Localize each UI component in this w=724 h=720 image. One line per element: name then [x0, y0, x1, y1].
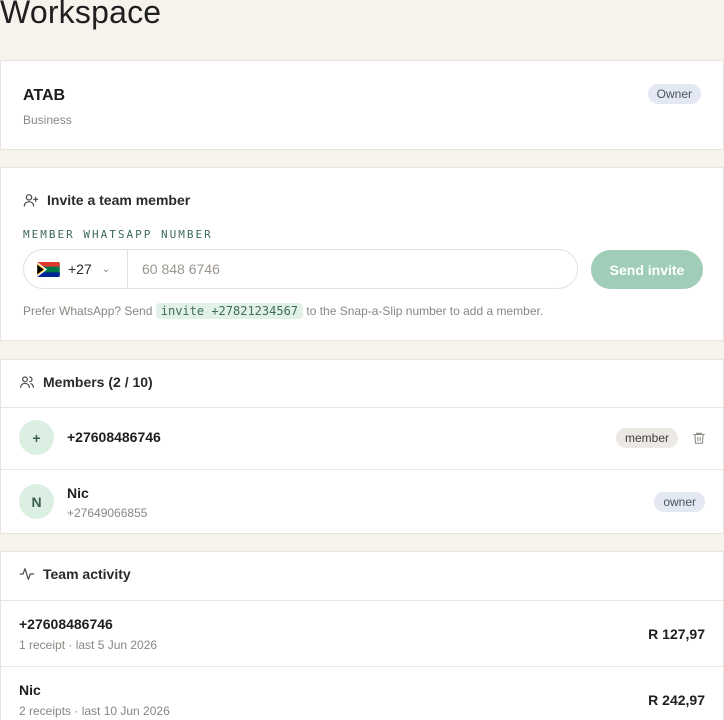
workspace-role-badge: Owner [647, 84, 701, 104]
workspace-type: Business [23, 113, 72, 127]
activity-meta: 2 receipts · last 10 Jun 2026 [19, 704, 170, 718]
member-row: N Nic +27649066855 owner [1, 469, 723, 535]
users-icon [20, 376, 34, 388]
members-heading: Members (2 / 10) [19, 374, 153, 390]
activity-pulse-icon [19, 568, 35, 580]
hint-command: invite +27821234567 [155, 303, 304, 319]
page-title: Workspace [0, 0, 162, 30]
trash-icon[interactable] [692, 431, 706, 445]
members-card: Members (2 / 10) + +27608486746 member N… [0, 359, 724, 534]
south-africa-flag-icon [37, 261, 60, 277]
invite-card: Invite a team member MEMBER WHATSAPP NUM… [0, 167, 724, 341]
phone-field-label: MEMBER WHATSAPP NUMBER [23, 228, 213, 241]
activity-amount: R 127,97 [648, 626, 705, 642]
member-role-badge: owner [654, 492, 705, 512]
activity-card: Team activity +27608486746 1 receipt · l… [0, 551, 724, 720]
chevron-down-icon: ⌄ [101, 263, 111, 275]
member-phone: +27649066855 [67, 506, 148, 520]
phone-input[interactable] [128, 261, 568, 277]
activity-member-name: +27608486746 [19, 616, 113, 632]
activity-meta: 1 receipt · last 5 Jun 2026 [19, 638, 158, 652]
member-role-badge: member [615, 428, 678, 448]
invite-heading: Invite a team member [23, 192, 190, 208]
country-code-select[interactable]: +27 ⌄ [24, 250, 128, 288]
workspace-name: ATAB [23, 87, 66, 104]
activity-amount: R 242,97 [648, 692, 705, 708]
invite-hint: Prefer WhatsApp? Send invite +2782123456… [23, 303, 544, 319]
member-name: +27608486746 [67, 429, 161, 445]
workspace-card: ATAB Business Owner [0, 60, 724, 150]
invite-heading-label: Invite a team member [47, 192, 191, 208]
country-code-value: +27 [68, 261, 92, 277]
hint-prefix: Prefer WhatsApp? Send [23, 304, 153, 318]
hint-suffix: to the Snap-a-Slip number to add a membe… [306, 304, 544, 318]
member-name: Nic [67, 485, 89, 501]
activity-row: +27608486746 1 receipt · last 5 Jun 2026… [1, 600, 723, 666]
activity-member-name: Nic [19, 682, 41, 698]
activity-row: Nic 2 receipts · last 10 Jun 2026 R 242,… [1, 666, 723, 720]
members-heading-label: Members (2 / 10) [43, 374, 153, 390]
avatar: + [19, 420, 54, 455]
phone-field: +27 ⌄ [23, 249, 578, 289]
user-plus-icon [23, 194, 39, 207]
member-row: + +27608486746 member [1, 407, 723, 469]
activity-heading: Team activity [19, 566, 131, 582]
send-invite-button[interactable]: Send invite [591, 250, 703, 289]
activity-heading-label: Team activity [43, 566, 131, 582]
avatar: N [19, 484, 54, 519]
